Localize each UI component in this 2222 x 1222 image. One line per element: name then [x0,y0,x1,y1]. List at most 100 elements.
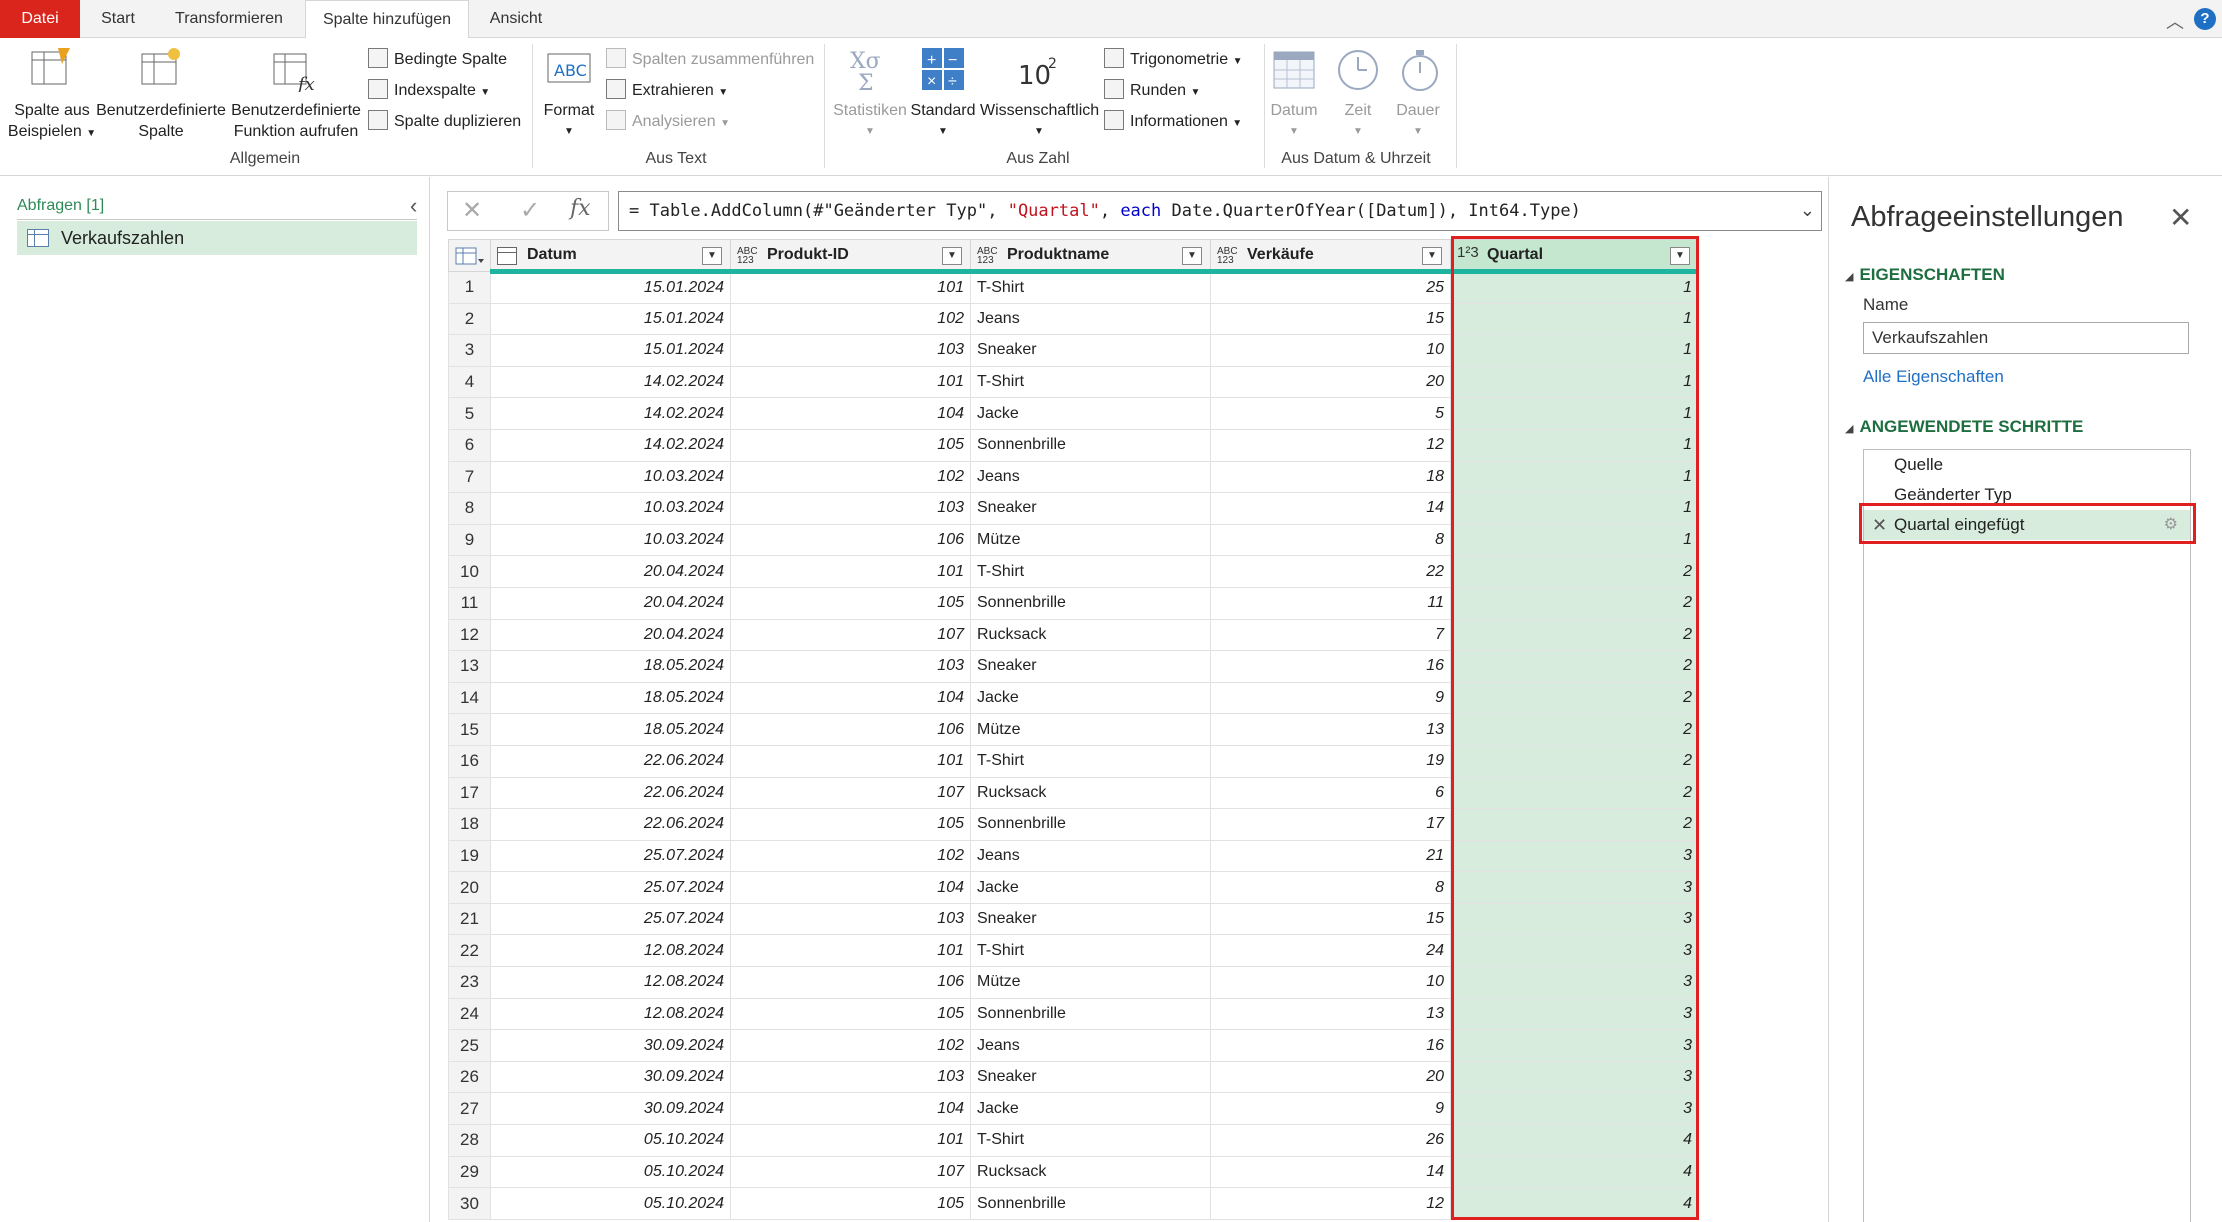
table-cell[interactable]: Jeans [970,460,1211,494]
table-cell[interactable]: 104 [730,871,971,904]
table-cell[interactable]: 1 [1450,365,1699,399]
applied-steps-section-header[interactable]: ◢ ANGEWENDETE SCHRITTE [1845,417,2083,437]
row-index[interactable]: 27 [448,1092,491,1126]
trigonometrie-button[interactable]: Trigonometrie ▼ [1104,47,1242,72]
fx-icon[interactable]: fx [570,196,591,221]
table-cell[interactable]: 103 [730,492,971,525]
row-index[interactable]: 21 [448,902,491,936]
column-header-quartal[interactable]: 1²3 Quartal ▼ [1450,239,1699,274]
zeit-button[interactable]: Statistiken Zeit ▼ [1328,100,1388,142]
table-cell[interactable]: 12 [1210,428,1451,462]
table-cell[interactable]: 3 [1450,1029,1699,1062]
table-cell[interactable]: 5 [1210,397,1451,430]
table-cell[interactable]: 1 [1450,302,1699,336]
table-cell[interactable]: 19 [1210,744,1451,778]
table-cell[interactable]: 1 [1450,523,1699,557]
row-index[interactable]: 10 [448,555,491,588]
table-cell[interactable]: 30.09.2024 [490,1060,731,1094]
table-cell[interactable]: 10.03.2024 [490,523,731,557]
table-cell[interactable]: 101 [730,1124,971,1157]
table-cell[interactable]: 3 [1450,1060,1699,1094]
table-cell[interactable]: 103 [730,1060,971,1094]
table-cell[interactable]: Jacke [970,1092,1211,1126]
all-properties-link[interactable]: Alle Eigenschaften [1863,367,2004,387]
table-cell[interactable]: 3 [1450,997,1699,1031]
analysieren-button[interactable]: Analysieren ▼ [606,109,730,134]
collapse-pane-icon[interactable]: ‹ [410,193,417,219]
table-cell[interactable]: Rucksack [970,618,1211,652]
table-cell[interactable]: T-Shirt [970,555,1211,588]
benutzerdefinierte-spalte-button[interactable]: Benutzerdefinierte Spalte [96,100,226,142]
table-cell[interactable]: 18.05.2024 [490,713,731,746]
cancel-icon[interactable]: ✕ [462,196,482,225]
formula-bar[interactable]: = Table.AddColumn(#"Geänderter Typ", "Qu… [618,191,1822,231]
table-cell[interactable]: 101 [730,934,971,968]
table-cell[interactable]: 15 [1210,902,1451,936]
informationen-button[interactable]: Informationen ▼ [1104,109,1242,134]
table-cell[interactable]: Sneaker [970,902,1211,936]
table-cell[interactable]: 101 [730,744,971,778]
table-cell[interactable]: 107 [730,618,971,652]
table-cell[interactable]: 20.04.2024 [490,618,731,652]
table-cell[interactable]: 104 [730,1092,971,1126]
table-cell[interactable]: 11 [1210,586,1451,620]
table-cell[interactable]: 12 [1210,1187,1451,1220]
table-cell[interactable]: 15.01.2024 [490,334,731,367]
table-cell[interactable]: Sneaker [970,650,1211,683]
step-geaenderter-typ[interactable]: Geänderter Typ [1864,480,2190,510]
table-cell[interactable]: 1 [1450,397,1699,430]
table-cell[interactable]: 15.01.2024 [490,302,731,336]
table-cell[interactable]: 1 [1450,492,1699,525]
filter-dropdown-icon[interactable]: ▼ [1422,247,1442,265]
table-cell[interactable]: 103 [730,902,971,936]
table-cell[interactable]: 107 [730,776,971,810]
table-cell[interactable]: 2 [1450,555,1699,588]
table-cell[interactable]: 25.07.2024 [490,871,731,904]
table-cell[interactable]: 1 [1450,460,1699,494]
row-index[interactable]: 12 [448,618,491,652]
spalte-duplizieren-button[interactable]: Spalte duplizieren [368,109,521,134]
table-cell[interactable]: 4 [1450,1155,1699,1189]
table-cell[interactable]: 22.06.2024 [490,808,731,841]
table-cell[interactable]: 22.06.2024 [490,744,731,778]
table-cell[interactable]: 105 [730,997,971,1031]
table-cell[interactable]: 102 [730,1029,971,1062]
table-cell[interactable]: T-Shirt [970,1124,1211,1157]
row-index[interactable]: 28 [448,1124,491,1157]
table-cell[interactable]: 102 [730,460,971,494]
column-header-verkaeufe[interactable]: ABC 123 Verkäufe ▼ [1210,239,1451,274]
help-icon[interactable]: ? [2194,8,2216,30]
standard-button[interactable]: Standard ▼ [906,100,980,142]
query-item-verkaufszahlen[interactable]: Verkaufszahlen [17,221,417,255]
dauer-button[interactable]: Dauer ▼ [1386,100,1450,142]
table-cell[interactable]: 3 [1450,871,1699,904]
table-cell[interactable]: 9 [1210,1092,1451,1126]
benutzerdefinierte-funktion-aufrufen-button[interactable]: Benutzerdefinierte Funktion aufrufen [228,100,364,142]
table-cell[interactable]: 12.08.2024 [490,934,731,968]
row-index[interactable]: 17 [448,776,491,810]
table-cell[interactable]: 25.07.2024 [490,839,731,873]
table-cell[interactable]: 05.10.2024 [490,1124,731,1157]
table-cell[interactable]: 14.02.2024 [490,365,731,399]
table-cell[interactable]: Mütze [970,523,1211,557]
table-cell[interactable]: 24 [1210,934,1451,968]
column-header-produkt-id[interactable]: ABC 123 Produkt-ID ▼ [730,239,971,274]
column-header-produktname[interactable]: ABC 123 Produktname ▼ [970,239,1211,274]
table-cell[interactable]: 17 [1210,808,1451,841]
table-cell[interactable]: Sonnenbrille [970,997,1211,1031]
table-cell[interactable]: 8 [1210,523,1451,557]
table-cell[interactable]: 30.09.2024 [490,1029,731,1062]
table-cell[interactable]: 18 [1210,460,1451,494]
table-cell[interactable]: 104 [730,397,971,430]
table-cell[interactable]: T-Shirt [970,744,1211,778]
spalte-aus-beispielen-button[interactable]: Spalte aus Beispielen ▼ [4,100,100,144]
table-cell[interactable]: 10.03.2024 [490,492,731,525]
table-cell[interactable]: 14.02.2024 [490,397,731,430]
table-cell[interactable]: 101 [730,271,971,304]
table-cell[interactable]: 101 [730,365,971,399]
table-cell[interactable]: Rucksack [970,1155,1211,1189]
filter-dropdown-icon[interactable]: ▼ [702,247,722,265]
table-cell[interactable]: 106 [730,523,971,557]
table-cell[interactable]: 25 [1210,271,1451,304]
table-cell[interactable]: 101 [730,555,971,588]
